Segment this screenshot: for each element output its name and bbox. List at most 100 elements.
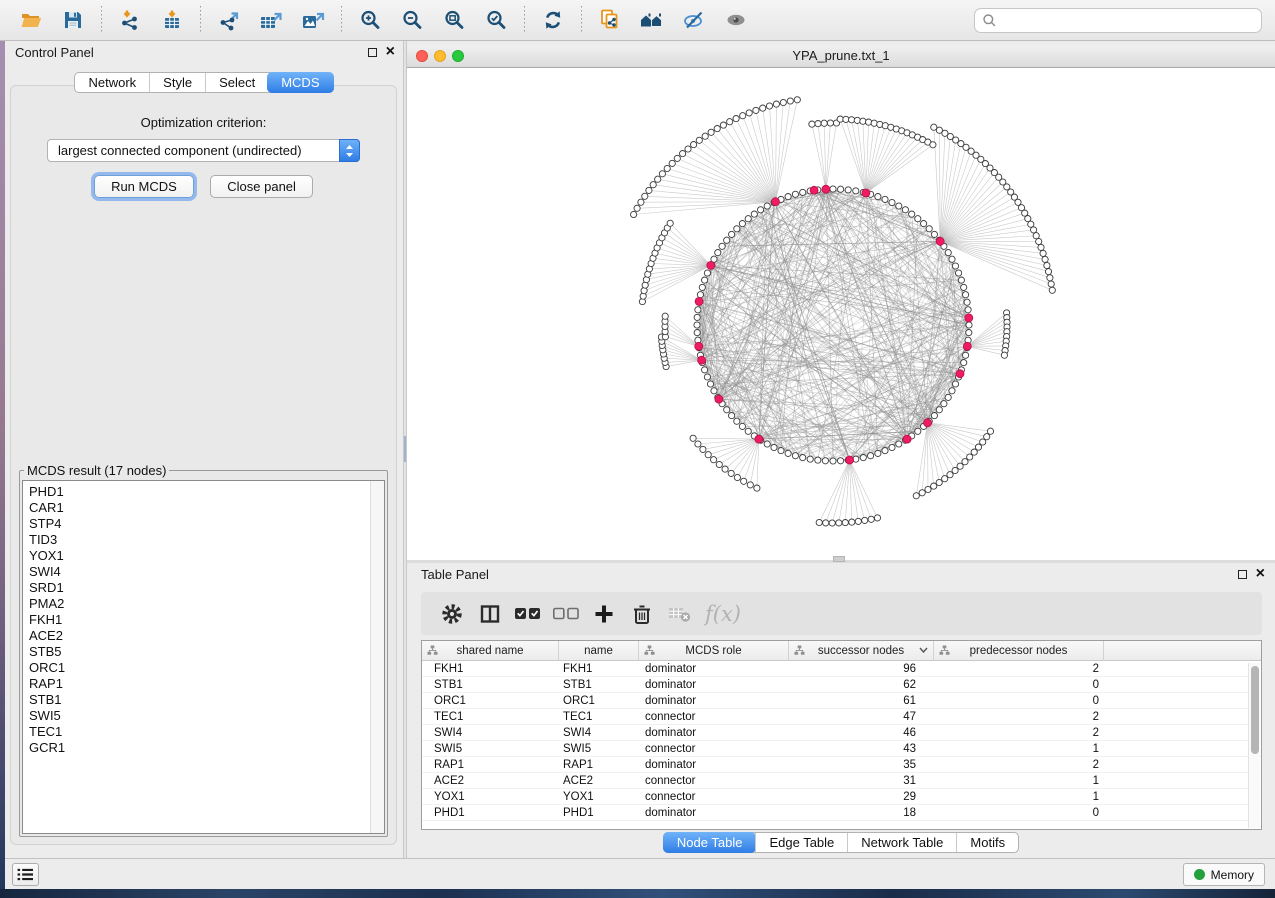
select-all-icon[interactable] bbox=[509, 599, 547, 629]
tab-mcds[interactable]: MCDS bbox=[267, 72, 333, 93]
tab-edge-table[interactable]: Edge Table bbox=[755, 833, 847, 852]
table-row[interactable]: STB1STB1dominator620 bbox=[422, 677, 1261, 693]
network-canvas[interactable] bbox=[407, 68, 1275, 560]
table-panel-title: Table Panel bbox=[421, 567, 489, 582]
result-node[interactable]: GCR1 bbox=[29, 740, 370, 756]
first-neighbors-houses-icon[interactable] bbox=[637, 5, 667, 35]
result-node[interactable]: PHD1 bbox=[29, 484, 370, 500]
cell: FKH1 bbox=[559, 663, 639, 675]
table-row[interactable]: YOX1YOX1connector291 bbox=[422, 789, 1261, 805]
table-row[interactable]: ORC1ORC1dominator610 bbox=[422, 693, 1261, 709]
table-row[interactable]: SWI5SWI5connector431 bbox=[422, 741, 1261, 757]
table-row[interactable]: TEC1TEC1connector472 bbox=[422, 709, 1261, 725]
share-network-file-icon[interactable] bbox=[595, 5, 625, 35]
tab-style[interactable]: Style bbox=[149, 73, 205, 92]
export-network-icon[interactable] bbox=[214, 5, 244, 35]
minimize-window-icon[interactable] bbox=[434, 50, 446, 62]
result-node[interactable]: YOX1 bbox=[29, 548, 370, 564]
result-node[interactable]: STB1 bbox=[29, 692, 370, 708]
cell: ORC1 bbox=[422, 695, 559, 707]
column-header-name[interactable]: name bbox=[559, 641, 639, 661]
automation-panel-button[interactable] bbox=[12, 863, 39, 886]
tab-motifs[interactable]: Motifs bbox=[956, 833, 1018, 852]
result-node[interactable]: RAP1 bbox=[29, 676, 370, 692]
float-panel-icon[interactable] bbox=[368, 48, 377, 57]
column-header-predecessor-nodes[interactable]: predecessor nodes bbox=[934, 641, 1104, 661]
zoom-fit-icon[interactable] bbox=[439, 5, 469, 35]
mcds-result-list[interactable]: PHD1CAR1STP4TID3YOX1SWI4SRD1PMA2FKH1ACE2… bbox=[22, 480, 385, 834]
table-row[interactable]: PHD1PHD1dominator180 bbox=[422, 805, 1261, 821]
table-row[interactable]: RAP1RAP1dominator352 bbox=[422, 757, 1261, 773]
toolbar-separator bbox=[341, 6, 342, 34]
search-input[interactable] bbox=[997, 11, 1261, 31]
svg-text:f(x): f(x) bbox=[703, 602, 741, 626]
import-network-icon[interactable] bbox=[115, 5, 145, 35]
zoom-selected-icon[interactable] bbox=[481, 5, 511, 35]
delete-table-icon-disabled bbox=[661, 599, 699, 629]
cell: dominator bbox=[639, 807, 789, 819]
close-panel-button[interactable]: Close panel bbox=[210, 175, 313, 198]
criterion-dropdown[interactable]: largest connected component (undirected) bbox=[47, 139, 360, 162]
close-window-icon[interactable] bbox=[416, 50, 428, 62]
show-columns-icon[interactable] bbox=[471, 599, 509, 629]
result-list-scrollbar[interactable] bbox=[370, 481, 384, 833]
column-header-shared-name[interactable]: shared name bbox=[422, 641, 559, 661]
table-scrollbar[interactable] bbox=[1248, 663, 1260, 828]
close-table-panel-icon[interactable]: × bbox=[1256, 569, 1265, 579]
column-header-successor-nodes[interactable]: successor nodes bbox=[789, 641, 934, 661]
cell: SWI5 bbox=[422, 743, 559, 755]
network-window-title: YPA_prune.txt_1 bbox=[407, 45, 1275, 67]
cell: 43 bbox=[789, 743, 934, 755]
result-node[interactable]: ORC1 bbox=[29, 660, 370, 676]
close-panel-icon[interactable]: × bbox=[386, 47, 395, 57]
tab-select[interactable]: Select bbox=[205, 73, 268, 92]
result-node[interactable]: PMA2 bbox=[29, 596, 370, 612]
zoom-in-icon[interactable] bbox=[355, 5, 385, 35]
column-header-MCDS-role[interactable]: MCDS role bbox=[639, 641, 789, 661]
criterion-value: largest connected component (undirected) bbox=[58, 143, 302, 158]
table-row[interactable]: FKH1FKH1dominator962 bbox=[422, 661, 1261, 677]
result-node[interactable]: SRD1 bbox=[29, 580, 370, 596]
cell: SWI4 bbox=[422, 727, 559, 739]
memory-button[interactable]: Memory bbox=[1183, 863, 1265, 886]
run-mcds-button[interactable]: Run MCDS bbox=[94, 175, 194, 198]
table-toolbar: f(x) bbox=[421, 592, 1262, 635]
show-all-eye-icon[interactable] bbox=[721, 5, 751, 35]
save-session-icon[interactable] bbox=[58, 5, 88, 35]
hide-selected-eye-icon[interactable] bbox=[679, 5, 709, 35]
zoom-out-icon[interactable] bbox=[397, 5, 427, 35]
open-file-icon[interactable] bbox=[16, 5, 46, 35]
delete-columns-trash-icon[interactable] bbox=[623, 599, 661, 629]
tab-network-table[interactable]: Network Table bbox=[847, 833, 956, 852]
refresh-icon[interactable] bbox=[538, 5, 568, 35]
cell: YOX1 bbox=[559, 791, 639, 803]
cell: PHD1 bbox=[422, 807, 559, 819]
settings-gear-icon[interactable] bbox=[433, 599, 471, 629]
maximize-window-icon[interactable] bbox=[452, 50, 464, 62]
float-table-panel-icon[interactable] bbox=[1238, 570, 1247, 579]
export-image-icon[interactable] bbox=[298, 5, 328, 35]
table-row[interactable]: SWI4SWI4dominator462 bbox=[422, 725, 1261, 741]
add-column-icon[interactable] bbox=[585, 599, 623, 629]
deselect-all-icon[interactable] bbox=[547, 599, 585, 629]
result-node[interactable]: TID3 bbox=[29, 532, 370, 548]
result-node[interactable]: SWI4 bbox=[29, 564, 370, 580]
import-table-icon[interactable] bbox=[157, 5, 187, 35]
tab-network[interactable]: Network bbox=[75, 73, 149, 92]
mcds-result-title: MCDS result (17 nodes) bbox=[24, 463, 169, 478]
tab-node-table[interactable]: Node Table bbox=[663, 832, 757, 853]
result-node[interactable]: ACE2 bbox=[29, 628, 370, 644]
table-row[interactable]: ACE2ACE2connector311 bbox=[422, 773, 1261, 789]
network-window-titlebar[interactable]: YPA_prune.txt_1 bbox=[407, 45, 1275, 68]
result-node[interactable]: FKH1 bbox=[29, 612, 370, 628]
result-node[interactable]: CAR1 bbox=[29, 500, 370, 516]
memory-status-icon bbox=[1194, 869, 1205, 880]
cell: SWI4 bbox=[559, 727, 639, 739]
result-node[interactable]: SWI5 bbox=[29, 708, 370, 724]
result-node[interactable]: STP4 bbox=[29, 516, 370, 532]
result-node[interactable]: STB5 bbox=[29, 644, 370, 660]
export-table-icon[interactable] bbox=[256, 5, 286, 35]
optimization-criterion-label: Optimization criterion: bbox=[11, 115, 396, 130]
result-node[interactable]: TEC1 bbox=[29, 724, 370, 740]
table-scrollbar-thumb[interactable] bbox=[1251, 666, 1259, 754]
